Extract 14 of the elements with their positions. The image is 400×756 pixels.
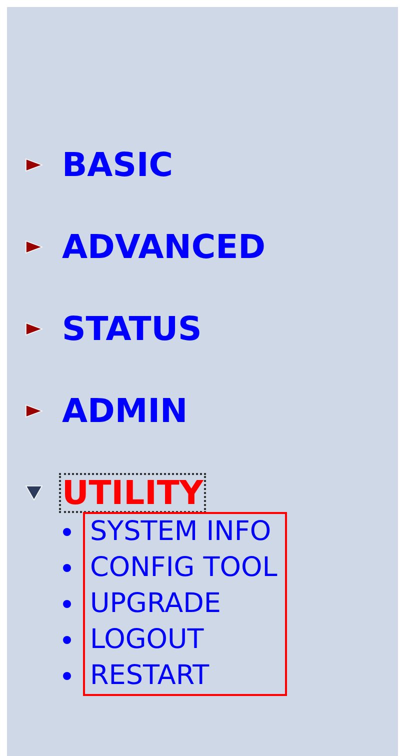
submenu-link[interactable]: LOGOUT: [90, 622, 278, 658]
bullet-icon: [63, 528, 71, 536]
bullet-icon: [63, 672, 71, 680]
menu-link[interactable]: ADVANCED: [59, 227, 269, 267]
submenu-link[interactable]: SYSTEM INFO: [90, 514, 278, 550]
bullet-icon: [63, 564, 71, 572]
bullet-icon: [63, 636, 71, 644]
submenu-link[interactable]: UPGRADE: [90, 586, 278, 622]
menu-link[interactable]: BASIC: [59, 145, 176, 185]
submenu-link[interactable]: RESTART: [90, 658, 278, 694]
menu-link[interactable]: STATUS: [59, 309, 205, 349]
menu-link[interactable]: ADMIN: [59, 391, 191, 431]
submenu-link[interactable]: CONFIG TOOL: [90, 550, 278, 586]
bullet-icon: [63, 600, 71, 608]
